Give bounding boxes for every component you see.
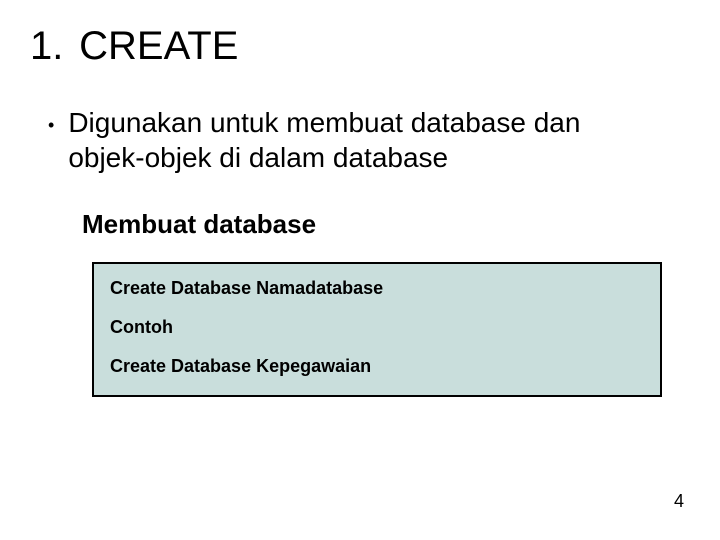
- code-box: Create Database Namadatabase Contoh Crea…: [92, 262, 662, 397]
- page-number: 4: [674, 491, 684, 512]
- code-example-label: Contoh: [110, 317, 644, 338]
- slide-heading: 1. CREATE: [30, 24, 690, 69]
- bullet-item: • Digunakan untuk membuat database dan o…: [48, 105, 690, 175]
- code-example-line: Create Database Kepegawaian: [110, 356, 644, 377]
- slide: 1. CREATE • Digunakan untuk membuat data…: [0, 0, 720, 540]
- heading-number: 1.: [30, 24, 68, 69]
- bullet-dot-icon: •: [48, 114, 54, 137]
- sub-heading: Membuat database: [82, 209, 690, 240]
- heading-title: CREATE: [79, 24, 238, 68]
- bullet-text: Digunakan untuk membuat database dan obj…: [68, 105, 628, 175]
- code-syntax-line: Create Database Namadatabase: [110, 278, 644, 299]
